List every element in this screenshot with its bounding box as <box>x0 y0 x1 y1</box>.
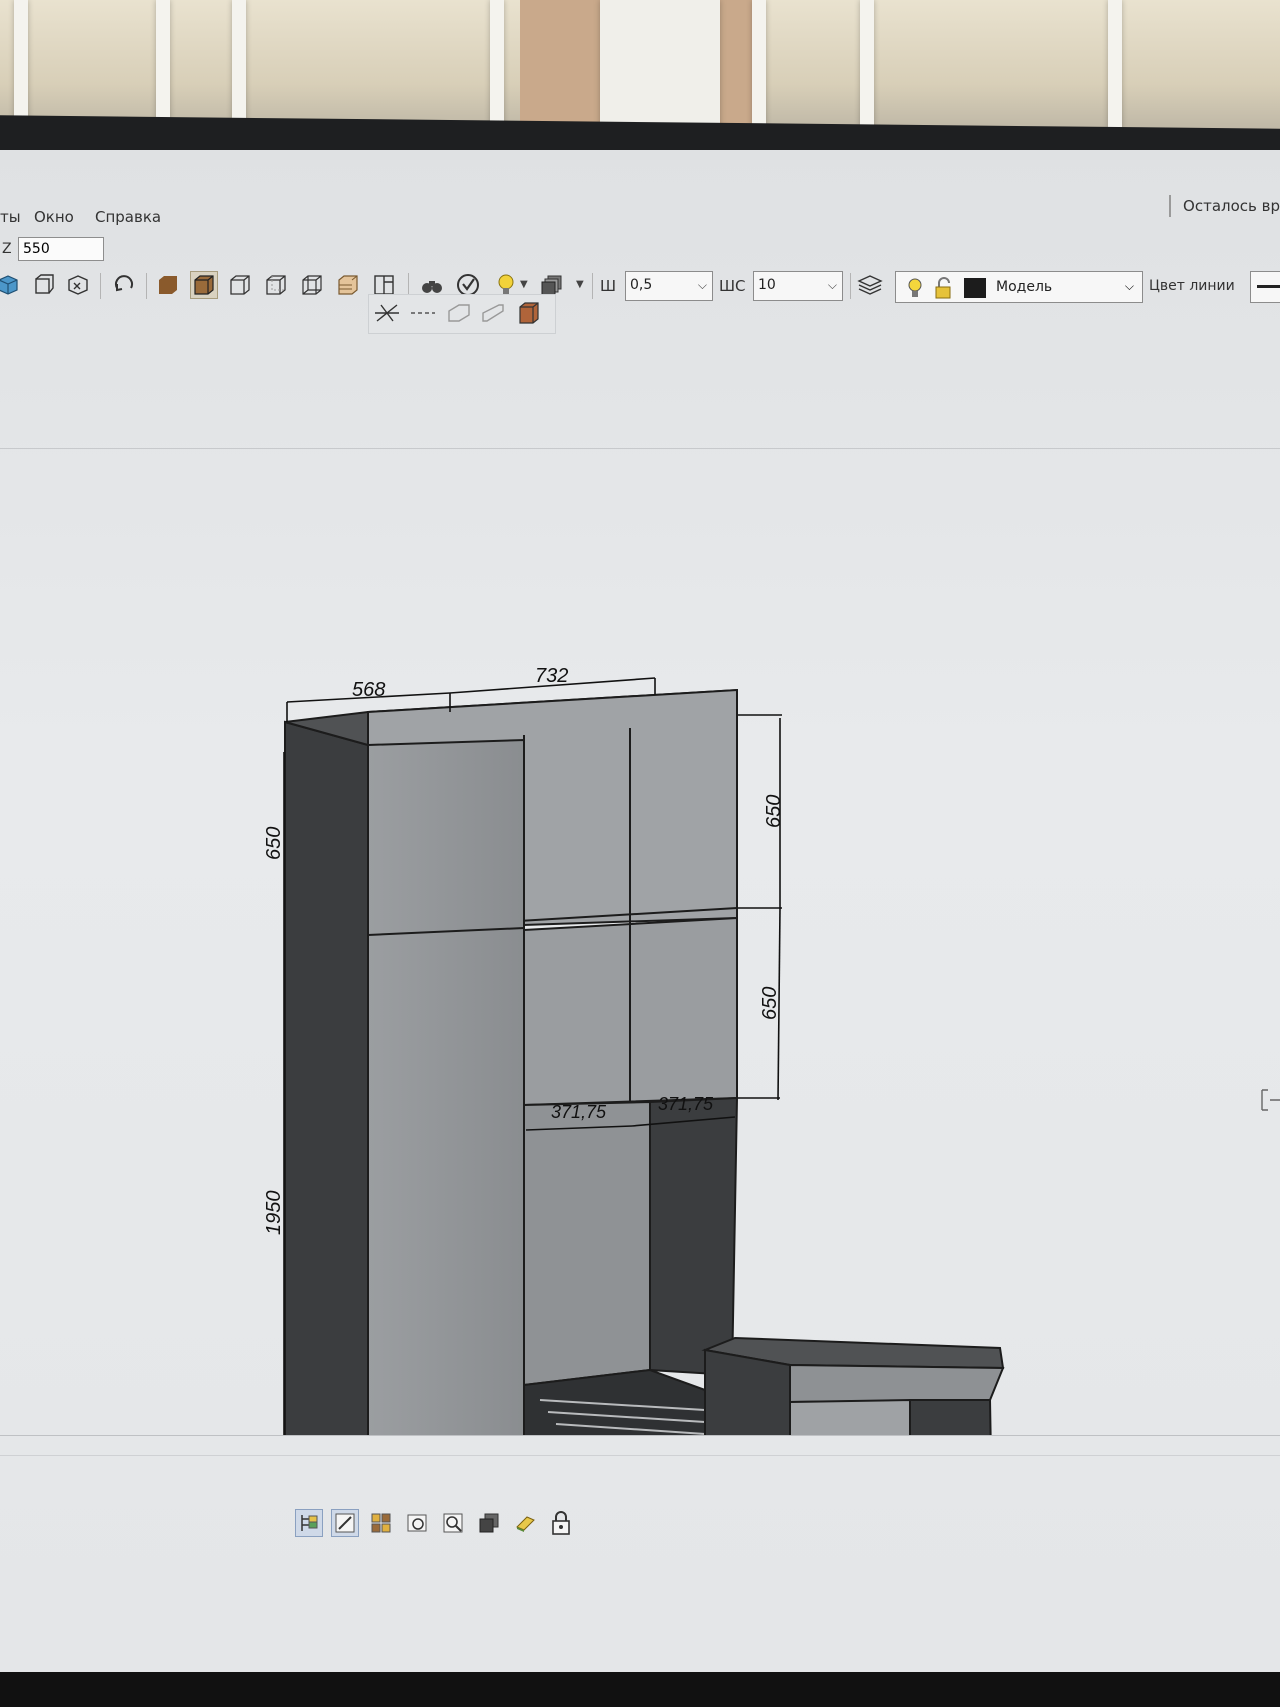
toolbar-separator <box>592 273 593 299</box>
dimension-right-lower: 650 <box>759 987 781 1020</box>
chevron-down-icon[interactable]: ▼ <box>576 279 584 290</box>
line-width-select[interactable]: 0,5 ⌵ <box>625 271 713 301</box>
line-sample <box>1257 285 1280 288</box>
chevron-down-icon: ⌵ <box>827 278 837 292</box>
dimension-mid-left: 371,75 <box>551 1102 607 1122</box>
line-color-label: Цвет линии <box>1149 278 1235 294</box>
wardrobe-tall-door-front <box>367 738 525 1435</box>
chevron-down-icon: ⌵ <box>1124 279 1134 293</box>
bench-back-panel <box>789 1398 911 1435</box>
layers-icon[interactable] <box>475 1509 503 1537</box>
dimension-top-right: 732 <box>535 665 568 687</box>
niche-back-panel <box>523 1100 651 1387</box>
layers-stack-icon[interactable] <box>856 271 884 299</box>
time-left-label: Осталось вр <box>1169 195 1280 217</box>
chevron-down-icon: ⌵ <box>697 278 707 292</box>
dimension-right-upper: 650 <box>763 795 785 828</box>
grid-icon[interactable] <box>367 1509 395 1537</box>
layer-color-swatch <box>964 278 986 298</box>
viewport-side-handle[interactable] <box>1261 1089 1280 1111</box>
line-color-select[interactable] <box>1250 271 1280 303</box>
window-frame <box>156 0 170 130</box>
view-box-icon[interactable] <box>64 271 92 299</box>
layer-select[interactable]: Модель ⌵ <box>895 271 1143 303</box>
box-wire-icon[interactable] <box>298 271 326 299</box>
menu-item-help[interactable]: Справка <box>95 208 161 226</box>
window-frame <box>232 0 246 130</box>
window-frame <box>600 0 720 130</box>
shaded-icon[interactable] <box>154 271 182 299</box>
window-frame <box>14 0 28 130</box>
secondary-toolbar <box>368 294 556 334</box>
toolbar-separator <box>100 273 101 299</box>
z-label: Z <box>2 241 12 257</box>
lock-open-icon[interactable] <box>934 277 954 303</box>
menu-item-tools[interactable]: ты <box>0 208 21 226</box>
properties-icon[interactable] <box>331 1509 359 1537</box>
wireframe-icon[interactable] <box>226 271 254 299</box>
chevron-down-icon[interactable]: ▼ <box>520 279 528 290</box>
shape-b-icon[interactable] <box>479 299 507 327</box>
menu-item-window[interactable]: Окно <box>34 208 74 226</box>
light-bulb-icon[interactable] <box>906 277 924 303</box>
lock-icon[interactable] <box>547 1509 575 1537</box>
status-separator <box>0 1455 1280 1456</box>
material-icon[interactable] <box>515 299 543 327</box>
line-width-value: 0,5 <box>630 277 653 293</box>
niche-side-panel <box>649 1096 739 1377</box>
axis-icon[interactable] <box>373 299 401 327</box>
bench-front-rail <box>789 1363 1005 1404</box>
line-style-value: 10 <box>758 277 776 293</box>
toolbar-separator <box>146 273 147 299</box>
bench-left-leg <box>704 1348 791 1435</box>
shaded-edges-icon[interactable] <box>190 271 218 299</box>
window-frame <box>860 0 874 130</box>
dimension-top-left: 568 <box>352 679 385 701</box>
viewport-border <box>0 448 1280 449</box>
wardrobe-side-panel <box>284 720 369 1435</box>
dimension-left-upper: 650 <box>263 827 285 860</box>
clock-icon[interactable] <box>403 1509 431 1537</box>
rotate-icon[interactable] <box>110 271 138 299</box>
window-frame <box>490 0 504 130</box>
menu-bar: ты Окно Справка <box>0 205 1280 231</box>
layers-3d-icon[interactable] <box>334 271 362 299</box>
layer-name: Модель <box>996 279 1053 295</box>
model-viewport[interactable]: 568 732 650 1950 650 650 371,75 371,75 Y… <box>0 450 1280 1435</box>
view-front-icon[interactable] <box>30 271 58 299</box>
toolbar-separator <box>850 273 851 299</box>
tree-icon[interactable] <box>295 1509 323 1537</box>
line-style-select[interactable]: 10 ⌵ <box>753 271 843 301</box>
line-width-label: Ш <box>600 277 617 295</box>
shape-a-icon[interactable] <box>445 299 473 327</box>
dash-line-icon[interactable] <box>409 299 437 327</box>
dimension-left-lower: 1950 <box>263 1191 285 1236</box>
zoom-icon[interactable] <box>439 1509 467 1537</box>
cad-window: ты Окно Справка Осталось вр Z 550 ▼ ▼ Ш … <box>0 150 1280 1677</box>
z-coordinate-input[interactable] <box>18 237 104 261</box>
view-iso-icon[interactable] <box>0 271 22 299</box>
window-frame <box>752 0 766 130</box>
line-style-label: ШС <box>719 277 746 295</box>
window-frame <box>1108 0 1122 130</box>
bench-right-leg <box>909 1399 992 1435</box>
status-separator <box>0 1435 1280 1436</box>
hidden-lines-icon[interactable] <box>262 271 290 299</box>
main-toolbar: ▼ ▼ Ш 0,5 ⌵ ШС 10 ⌵ Модель ⌵ Цвет линии <box>0 265 1280 305</box>
dimension-mid-right: 371,75 <box>658 1094 714 1114</box>
monitor-bezel-bottom <box>0 1672 1280 1707</box>
book-icon[interactable] <box>511 1509 539 1537</box>
